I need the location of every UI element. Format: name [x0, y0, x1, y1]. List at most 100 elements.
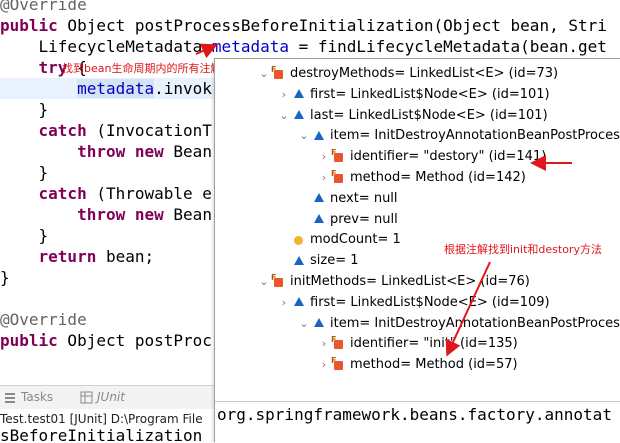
junit-icon: [80, 391, 93, 404]
variable-label: initMethods= LinkedList<E> (id=76): [290, 274, 530, 289]
code-token: return: [38, 247, 97, 266]
code-line[interactable]: throw new Bean: [0, 141, 212, 162]
variable-tree-row[interactable]: › Fidentifier= "init" (id=135): [317, 334, 518, 354]
code-token: throw: [77, 205, 126, 224]
variable-label: item= InitDestroyAnnotationBeanPostProce…: [330, 315, 620, 331]
chevron-down-icon[interactable]: ⌄: [297, 126, 311, 146]
default-field-icon: [291, 295, 307, 309]
annotation-note: 找到bean生命周期内的所有注解: [62, 62, 222, 75]
variable-label: destroyMethods= LinkedList<E> (id=73): [290, 66, 559, 81]
chevron-right-icon[interactable]: ›: [277, 85, 291, 105]
code-token: }: [0, 100, 49, 119]
code-token: public: [0, 16, 58, 35]
variable-label: modCount= 1: [310, 232, 401, 248]
code-line[interactable]: public Object postProc: [0, 330, 212, 351]
variable-tree-row[interactable]: modCount= 1: [277, 230, 401, 250]
code-token: Object postProcessBeforeInitialization(O…: [57, 16, 607, 35]
code-token: }: [0, 163, 49, 182]
variable-label: method= Method (id=142): [350, 170, 526, 185]
variable-label: size= 1: [310, 253, 359, 269]
variable-tree-row[interactable]: › Fmethod= Method (id=57): [317, 355, 518, 375]
variable-label: identifier= "destory" (id=141): [350, 149, 547, 165]
variable-tree-row[interactable]: size= 1: [277, 251, 359, 271]
code-token: catch: [38, 121, 87, 140]
tab-junit[interactable]: JUnit: [80, 390, 125, 404]
variable-tree-row[interactable]: › Fidentifier= "destory" (id=141): [317, 147, 547, 167]
variable-tree-row[interactable]: prev= null: [297, 210, 398, 230]
final-field-icon: F: [271, 65, 287, 81]
variable-tree-row[interactable]: ⌄ FinitMethods= LinkedList<E> (id=76): [257, 272, 530, 292]
code-line[interactable]: LifecycleMetadata metadata = findLifecyc…: [0, 36, 607, 57]
code-line[interactable]: }: [0, 267, 10, 288]
variable-label: item= InitDestroyAnnotationBeanPostProce…: [330, 128, 620, 144]
value-detail-pane[interactable]: org.springframework.beans.factory.annota…: [215, 401, 620, 443]
code-token: new: [134, 205, 164, 224]
variable-tree-row[interactable]: next= null: [297, 189, 398, 209]
variable-tree-row[interactable]: ⌄ item= InitDestroyAnnotationBeanPostProc…: [297, 314, 620, 334]
variable-label: last= LinkedList$Node<E> (id=101): [310, 107, 548, 123]
tab-tasks[interactable]: Tasks: [4, 390, 53, 404]
code-line[interactable]: catch (Throwable e: [0, 183, 212, 204]
code-token: }: [0, 226, 49, 245]
variable-label: method= Method (id=57): [350, 357, 518, 373]
views-tab-bar: Tasks JUnit: [0, 385, 215, 409]
default-field-icon: [291, 108, 307, 122]
fold-marker[interactable]: [0, 21, 8, 29]
variable-label: first= LinkedList$Node<E> (id=101): [310, 86, 550, 102]
chevron-down-icon[interactable]: ⌄: [257, 272, 271, 292]
code-line[interactable]: throw new Bean: [0, 204, 212, 225]
variable-tree-row[interactable]: › first= LinkedList$Node<E> (id=109): [277, 293, 550, 313]
code-token: (InvocationT: [86, 121, 212, 140]
code-token: }: [0, 268, 10, 287]
chevron-right-icon[interactable]: ›: [277, 293, 291, 313]
variable-tree-row[interactable]: ⌄ last= LinkedList$Node<E> (id=101): [277, 106, 548, 126]
chevron-right-icon[interactable]: ›: [317, 355, 331, 375]
chevron-down-icon[interactable]: ⌄: [297, 314, 311, 334]
chevron-down-icon[interactable]: ⌄: [257, 64, 271, 84]
code-line[interactable]: public Object postProcessBeforeInitializ…: [0, 15, 607, 36]
console-run-label: Test.test01 [JUnit] D:\Program File: [0, 412, 203, 426]
code-line[interactable]: }: [0, 225, 49, 246]
code-token: public: [0, 331, 58, 350]
variable-tree-row[interactable]: ⌄ item= InitDestroyAnnotationBeanPostProc…: [297, 126, 620, 146]
tab-tasks-label: Tasks: [21, 390, 54, 404]
variable-tree-row[interactable]: › Fmethod= Method (id=142): [317, 168, 526, 188]
variable-tree-row[interactable]: › first= LinkedList$Node<E> (id=101): [277, 85, 550, 105]
default-field-icon: [311, 316, 327, 330]
code-token: bean;: [96, 247, 155, 266]
code-line[interactable]: return bean;: [0, 246, 155, 267]
console-code-fragment: sBeforeInitialization: [0, 428, 203, 442]
code-line[interactable]: catch (InvocationT: [0, 120, 212, 141]
code-line[interactable]: @Override: [0, 309, 87, 330]
code-token: throw: [77, 142, 126, 161]
final-field-icon: F: [331, 148, 347, 164]
code-token: new: [134, 142, 164, 161]
code-line[interactable]: }: [0, 162, 49, 183]
chevron-down-icon[interactable]: ⌄: [277, 106, 291, 126]
variable-label: identifier= "init" (id=135): [350, 336, 518, 352]
final-field-icon: F: [331, 169, 347, 185]
final-field-icon: F: [331, 335, 347, 351]
code-line[interactable]: }: [0, 99, 49, 120]
default-field-icon: [291, 254, 307, 268]
chevron-right-icon[interactable]: ›: [317, 334, 331, 354]
code-token: catch: [38, 184, 87, 203]
variable-tree-row[interactable]: ⌄ FdestroyMethods= LinkedList<E> (id=73): [257, 64, 558, 84]
chevron-right-icon[interactable]: ›: [317, 168, 331, 188]
code-token: LifecycleMetadata: [0, 37, 212, 56]
variable-label: prev= null: [330, 211, 398, 227]
variable-label: next= null: [330, 190, 398, 206]
fold-marker[interactable]: [0, 336, 8, 344]
code-token: = findLifecycleMetadata(bean.get: [288, 37, 607, 56]
chevron-right-icon[interactable]: ›: [317, 147, 331, 167]
code-line[interactable]: @Override: [0, 0, 87, 15]
default-field-icon: [311, 212, 327, 226]
